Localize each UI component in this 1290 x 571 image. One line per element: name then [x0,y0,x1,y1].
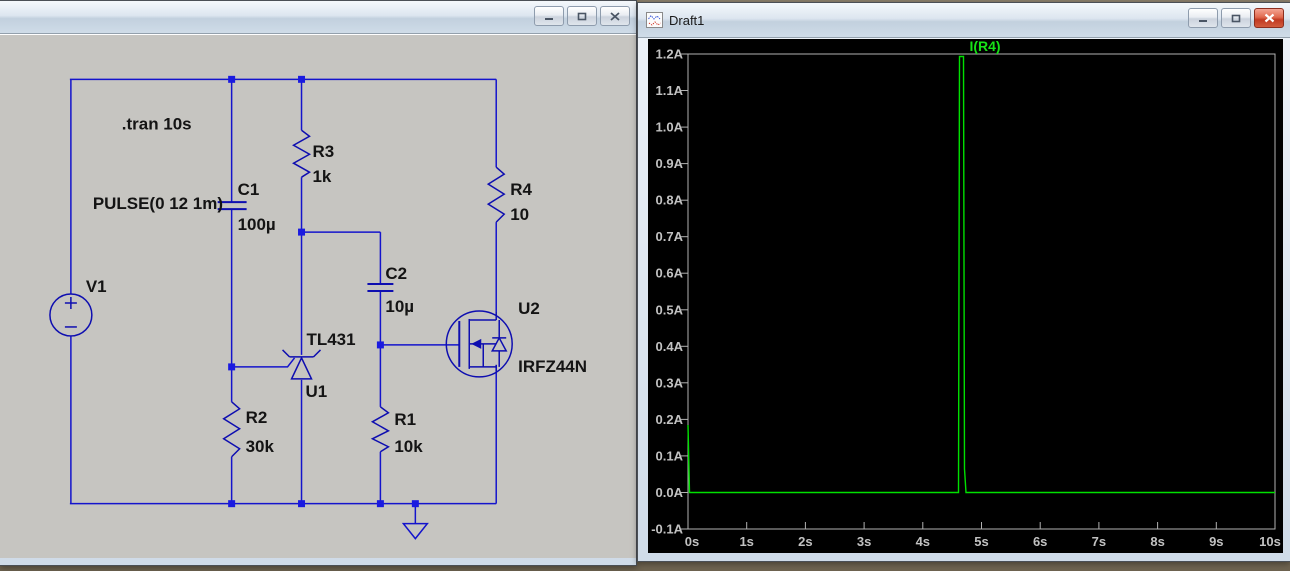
c2-ref-label[interactable]: C2 [385,264,407,283]
y-tick-label: 1.0A [656,120,684,135]
x-tick-label: 6s [1033,534,1047,549]
r4-ref-label[interactable]: R4 [510,180,532,199]
y-tick-label: 0.7A [656,229,684,244]
plot-area[interactable]: 1.2A 1.1A 1.0A 0.9A 0.8A 0.7A 0.6A 0.5A … [648,38,1283,553]
y-tick-label: 0.3A [656,375,684,390]
trace-legend-label[interactable]: I(R4) [969,38,1000,54]
y-tick-label: -0.1A [651,522,683,537]
y-tick-label: 0.4A [656,339,684,354]
minimize-button[interactable] [1188,8,1218,28]
component-c2-capacitor[interactable] [367,283,394,293]
waveform-window-titlebar[interactable]: Draft1 [638,3,1290,38]
r1-value-label[interactable]: 10k [394,437,423,456]
r3-value-label[interactable]: 1k [313,167,332,186]
y-tick-label: 1.1A [656,83,684,98]
x-tick-label: 5s [974,534,988,549]
waveform-window-title: Draft1 [669,12,705,28]
minimize-button[interactable] [534,6,564,26]
u2-ref-label[interactable]: U2 [518,299,540,318]
x-tick-label: 10s [1259,534,1281,549]
c2-value-label[interactable]: 10µ [385,297,414,316]
x-tick-label: 7s [1092,534,1106,549]
schematic-window-titlebar[interactable] [0,1,636,34]
schematic-window-controls [534,6,630,26]
restore-icon [1231,14,1241,22]
x-tick-label: 3s [857,534,871,549]
c1-ref-label[interactable]: C1 [238,180,260,199]
close-button[interactable] [1254,8,1284,28]
schematic-labels: .tran 10s PULSE(0 12 1m) V1 C1 100µ R3 1… [86,114,587,455]
r2-ref-label[interactable]: R2 [246,408,268,427]
close-icon [610,11,620,21]
x-tick-label: 0s [685,534,699,549]
mosfet-arrow [471,338,482,349]
r1-ref-label[interactable]: R1 [394,410,416,429]
u1-type-label[interactable]: TL431 [307,330,356,349]
r3-ref-label[interactable]: R3 [313,142,335,161]
x-tick-label: 4s [916,534,930,549]
ground-symbol[interactable] [401,522,429,540]
component-r3-resistor[interactable] [292,129,312,178]
y-tick-label: 0.2A [656,412,684,427]
r2-value-label[interactable]: 30k [246,437,275,456]
waveform-app-icon [646,12,663,28]
y-tick-label: 0.9A [656,156,684,171]
restore-button[interactable] [567,6,597,26]
close-icon [1264,13,1274,23]
y-tick-label: 0.8A [656,193,684,208]
component-r1-resistor[interactable] [370,406,390,453]
u1-ref-label[interactable]: U1 [306,382,328,401]
restore-icon [577,12,587,20]
close-button[interactable] [600,6,630,26]
desktop: .tran 10s PULSE(0 12 1m) V1 C1 100µ R3 1… [0,0,1290,571]
waveform-window: Draft1 1.2A 1.1A 1.0A 0.9A 0.8A 0.7A 0.6… [637,2,1290,562]
component-u2-mosfet[interactable] [445,310,513,378]
x-tick-label: 1s [739,534,753,549]
waveform-plot: 1.2A 1.1A 1.0A 0.9A 0.8A 0.7A 0.6A 0.5A … [648,38,1283,553]
r4-value-label[interactable]: 10 [510,205,529,224]
y-tick-label: 0.6A [656,266,684,281]
component-r4-resistor[interactable] [486,166,506,223]
schematic-canvas[interactable]: .tran 10s PULSE(0 12 1m) V1 C1 100µ R3 1… [0,34,636,558]
schematic-window: .tran 10s PULSE(0 12 1m) V1 C1 100µ R3 1… [0,0,637,566]
x-tick-label: 8s [1150,534,1164,549]
u2-type-label[interactable]: IRFZ44N [518,357,587,376]
directive-label[interactable]: .tran 10s [122,114,192,133]
y-tick-label: 0.1A [656,448,684,463]
y-tick-label: 1.2A [656,47,684,62]
wire-segments[interactable] [69,78,497,524]
waveform-window-controls [1188,8,1284,28]
y-tick-label: 0.5A [656,302,684,317]
c1-value-label[interactable]: 100µ [238,215,276,234]
x-tick-label: 9s [1209,534,1223,549]
restore-button[interactable] [1221,8,1251,28]
v1-value-label[interactable]: PULSE(0 12 1m) [93,194,223,213]
schematic-drawing: .tran 10s PULSE(0 12 1m) V1 C1 100µ R3 1… [49,75,587,540]
component-v1-voltage-source[interactable] [49,293,93,337]
component-r2-resistor[interactable] [222,401,242,458]
minimize-icon [1199,19,1207,22]
v1-ref-label[interactable]: V1 [86,277,107,296]
minimize-icon [545,17,553,20]
x-tick-label: 2s [798,534,812,549]
y-tick-label: 0.0A [656,485,684,500]
